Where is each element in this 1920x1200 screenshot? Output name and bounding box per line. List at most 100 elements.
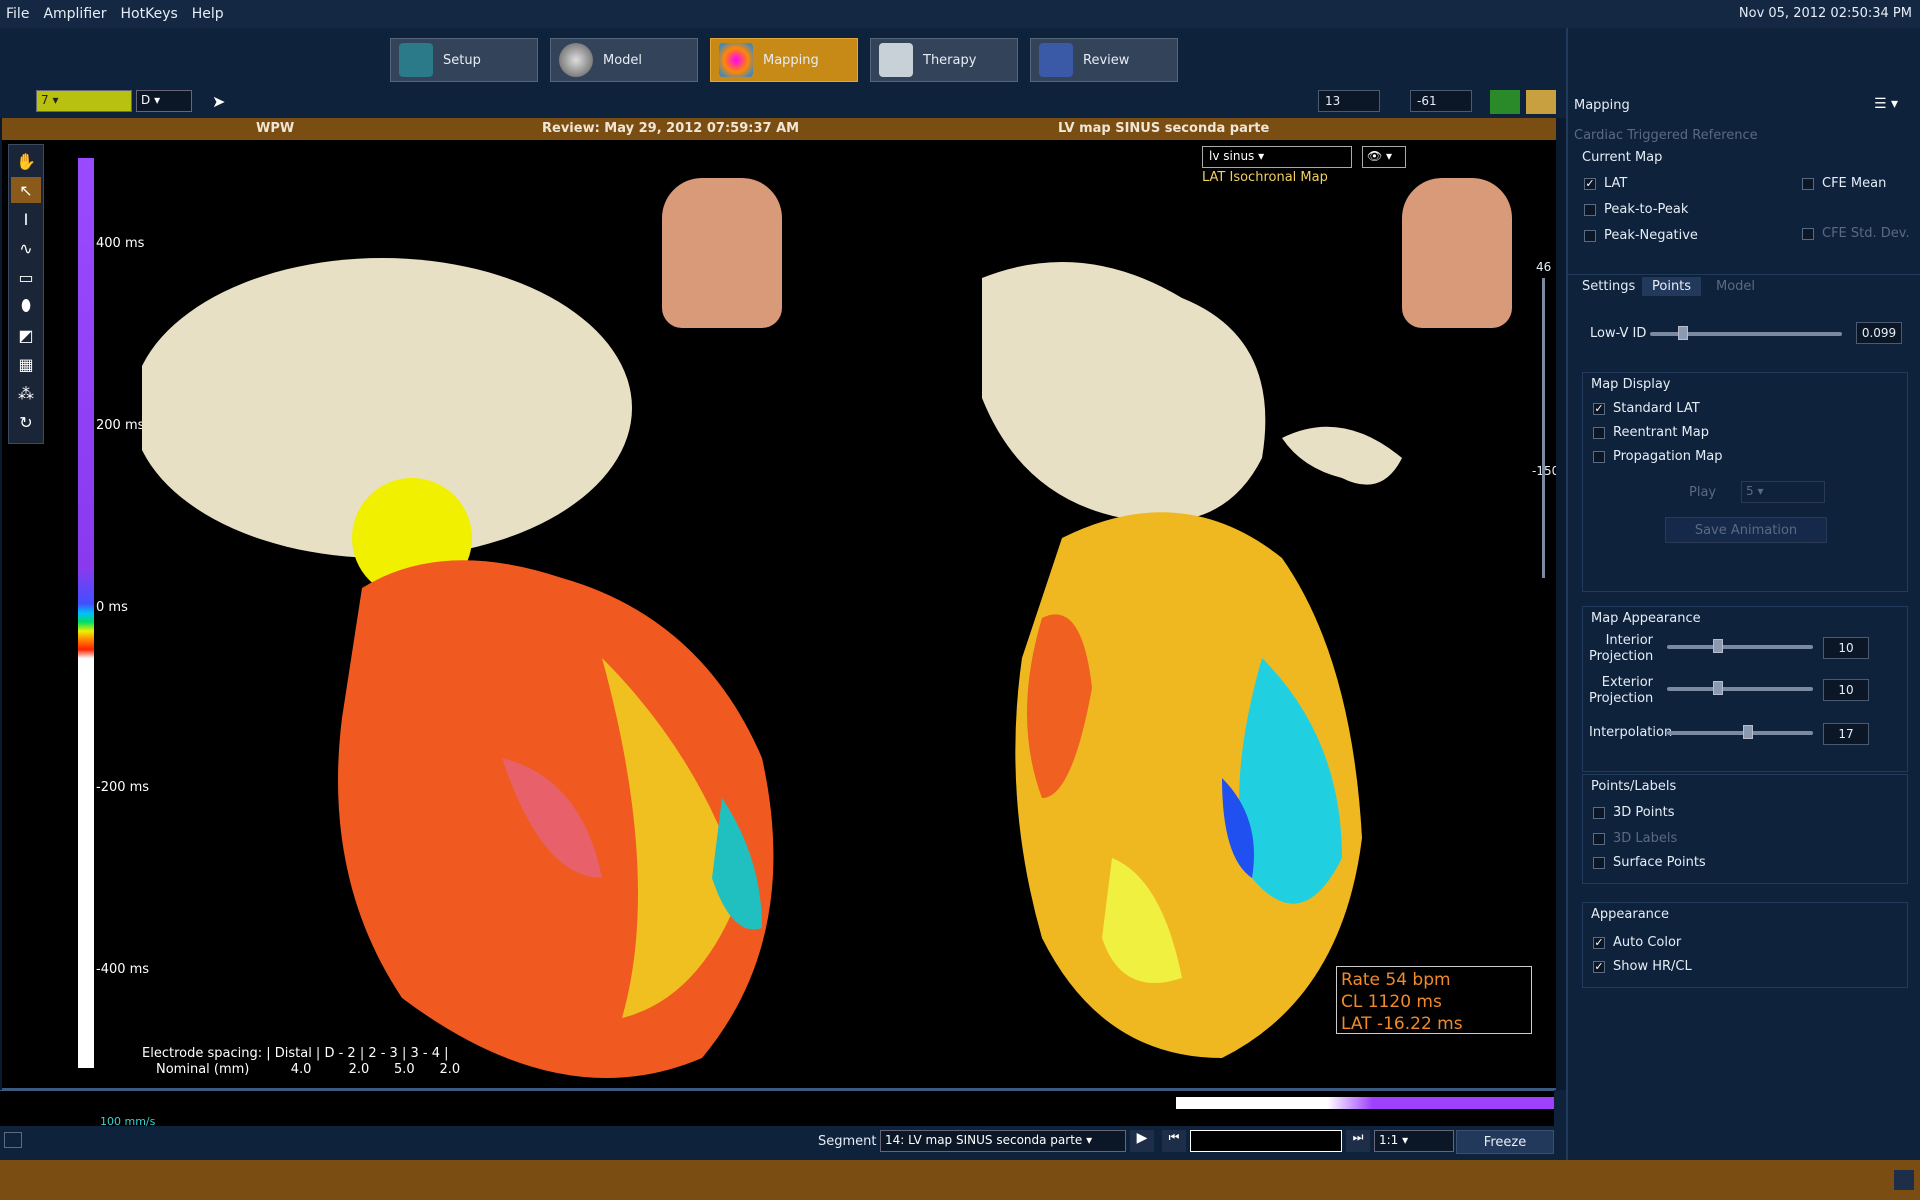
lat-checkbox[interactable]: ✓ LAT: [1584, 176, 1627, 191]
cfe-mean-checkbox[interactable]: CFE Mean: [1802, 176, 1886, 191]
show-hrcl-checkbox[interactable]: ✓ Show HR/CL: [1593, 959, 1692, 974]
map-appearance-heading: Map Appearance: [1591, 611, 1701, 626]
tab-mapping[interactable]: Mapping: [710, 38, 858, 82]
ellipse-icon[interactable]: ⬮: [11, 293, 41, 319]
tab-setup[interactable]: Setup: [390, 38, 538, 82]
ratio-select[interactable]: 1:1 ▾: [1374, 1130, 1454, 1152]
points-labels-heading: Points/Labels: [1591, 779, 1677, 794]
slider-knob[interactable]: [1743, 725, 1753, 739]
spin-upper[interactable]: 13: [1318, 90, 1380, 112]
hr-cl-readout: Rate 54 bpm CL 1120 ms LAT -16.22 ms: [1336, 966, 1532, 1034]
save-animation-button[interactable]: Save Animation: [1665, 517, 1827, 543]
catheter-icon[interactable]: ↻: [11, 409, 41, 435]
right-heart-model: [982, 262, 1402, 1058]
visibility-icon[interactable]: 👁 ▾: [1362, 146, 1406, 168]
back-icon[interactable]: [1490, 90, 1520, 114]
menu-bar: File Amplifier HotKeys Help: [0, 0, 1920, 28]
panel-toggle-icon[interactable]: [4, 1132, 22, 1148]
catheter-select[interactable]: 7 ▾: [36, 90, 132, 112]
peak-negative-checkbox[interactable]: Peak-Negative: [1584, 228, 1698, 243]
help-icon[interactable]: [1894, 1170, 1914, 1190]
scale-tick: 200 ms: [96, 418, 145, 433]
map-select[interactable]: lv sinus ▾: [1202, 146, 1352, 168]
right-view-title: LV map SINUS seconda parte: [1058, 121, 1270, 136]
hand-icon[interactable]: ✋: [11, 148, 41, 174]
map-viewport[interactable]: WPW Review: May 29, 2012 07:59:37 AM LV …: [2, 118, 1556, 1090]
3d-labels-checkbox[interactable]: 3D Labels: [1593, 831, 1677, 846]
window-bar[interactable]: [1176, 1097, 1554, 1109]
next-icon[interactable]: ⏭: [1346, 1130, 1370, 1152]
timeline-bar: 100 mm/s Segment 14: LV map SINUS second…: [0, 1090, 1566, 1160]
slider-top-value: 46: [1536, 260, 1552, 274]
orientation-torso-left[interactable]: [662, 178, 782, 328]
settings-tabs: Settings Points Model: [1568, 274, 1920, 298]
prev-icon[interactable]: ⏮: [1162, 1130, 1186, 1152]
propagation-checkbox[interactable]: Propagation Map: [1593, 449, 1723, 464]
slider-knob[interactable]: [1713, 681, 1723, 695]
tab-review[interactable]: Review: [1030, 38, 1178, 82]
freeze-button[interactable]: Freeze: [1456, 1130, 1554, 1154]
grid-icon[interactable]: ▦: [11, 351, 41, 377]
left-view-title: WPW: [256, 121, 295, 136]
surface-points-checkbox[interactable]: Surface Points: [1593, 855, 1706, 870]
peak-to-peak-checkbox[interactable]: Peak-to-Peak: [1584, 202, 1688, 217]
interpolation-slider[interactable]: [1667, 725, 1813, 739]
select-icon[interactable]: ↖: [11, 177, 41, 203]
review-icon: [1039, 43, 1073, 77]
map-appearance-group: Map Appearance Interior Projection 10 Ex…: [1582, 606, 1908, 772]
ruler-icon[interactable]: ▭: [11, 264, 41, 290]
tab-review-label: Review: [1083, 52, 1130, 68]
cfe-std-checkbox[interactable]: CFE Std. Dev.: [1802, 226, 1910, 241]
electrode-select[interactable]: D ▾: [136, 90, 192, 112]
map-type-label: LAT Isochronal Map: [1202, 170, 1328, 185]
map-display-group: Map Display ✓ Standard LAT Reentrant Map …: [1582, 372, 1908, 592]
interpolation-value[interactable]: 17: [1823, 723, 1869, 745]
menu-file[interactable]: File: [6, 6, 29, 22]
cursor-icon[interactable]: I: [11, 206, 41, 232]
therapy-icon: [879, 43, 913, 77]
lowv-slider[interactable]: [1650, 326, 1842, 340]
ecg-icon[interactable]: [1526, 90, 1556, 114]
reentrant-checkbox[interactable]: Reentrant Map: [1593, 425, 1709, 440]
menu-hotkeys[interactable]: HotKeys: [121, 6, 178, 22]
electrode-spacing-values: Nominal (mm) 4.0 2.0 5.0 2.0: [156, 1062, 461, 1077]
segment-select[interactable]: 14: LV map SINUS seconda parte ▾: [880, 1130, 1126, 1152]
datetime: Nov 05, 2012 02:50:34 PM: [1738, 6, 1912, 21]
pointer-icon[interactable]: ➤: [212, 92, 225, 111]
ecg-timeline[interactable]: 100 mm/s: [0, 1090, 1554, 1128]
clip-slider[interactable]: [1542, 278, 1545, 578]
path-icon[interactable]: ∿: [11, 235, 41, 261]
eraser-icon[interactable]: ◩: [11, 322, 41, 348]
panel-menu-icon[interactable]: ☰ ▾: [1874, 96, 1914, 116]
interior-slider[interactable]: [1667, 639, 1813, 653]
ctr-checkbox[interactable]: Cardiac Triggered Reference: [1574, 128, 1758, 143]
spray-icon[interactable]: ⁂: [11, 380, 41, 406]
3d-points-checkbox[interactable]: 3D Points: [1593, 805, 1674, 820]
tab-setup-label: Setup: [443, 52, 481, 68]
lowv-value[interactable]: 0.099: [1856, 322, 1902, 344]
lat-color-scale: [78, 158, 94, 1068]
tab-model[interactable]: Model: [550, 38, 698, 82]
spin-lower[interactable]: -61: [1410, 90, 1472, 112]
interior-value[interactable]: 10: [1823, 637, 1869, 659]
tab-points[interactable]: Points: [1642, 277, 1702, 296]
speed-label: 100 mm/s: [100, 1115, 156, 1128]
rate-value: Rate 54 bpm: [1341, 970, 1451, 990]
menu-amplifier[interactable]: Amplifier: [43, 6, 106, 22]
auto-color-checkbox[interactable]: ✓ Auto Color: [1593, 935, 1681, 950]
electrode-spacing-header: Electrode spacing: | Distal | D - 2 | 2 …: [142, 1046, 449, 1061]
exterior-slider[interactable]: [1667, 681, 1813, 695]
play-icon[interactable]: ▶: [1130, 1130, 1154, 1152]
standard-lat-checkbox[interactable]: ✓ Standard LAT: [1593, 401, 1700, 416]
exterior-value[interactable]: 10: [1823, 679, 1869, 701]
menu-help[interactable]: Help: [192, 6, 224, 22]
tab-settings[interactable]: Settings: [1582, 279, 1635, 294]
play-select[interactable]: 5 ▾: [1741, 481, 1825, 503]
slider-knob[interactable]: [1713, 639, 1723, 653]
model-icon: [559, 43, 593, 77]
tab-therapy[interactable]: Therapy: [870, 38, 1018, 82]
slider-knob[interactable]: [1678, 326, 1688, 340]
tab-model-settings[interactable]: Model: [1716, 279, 1755, 294]
tool-palette: ✋ ↖ I ∿ ▭ ⬮ ◩ ▦ ⁂ ↻: [8, 144, 44, 444]
scrub-bar[interactable]: [1190, 1130, 1342, 1152]
